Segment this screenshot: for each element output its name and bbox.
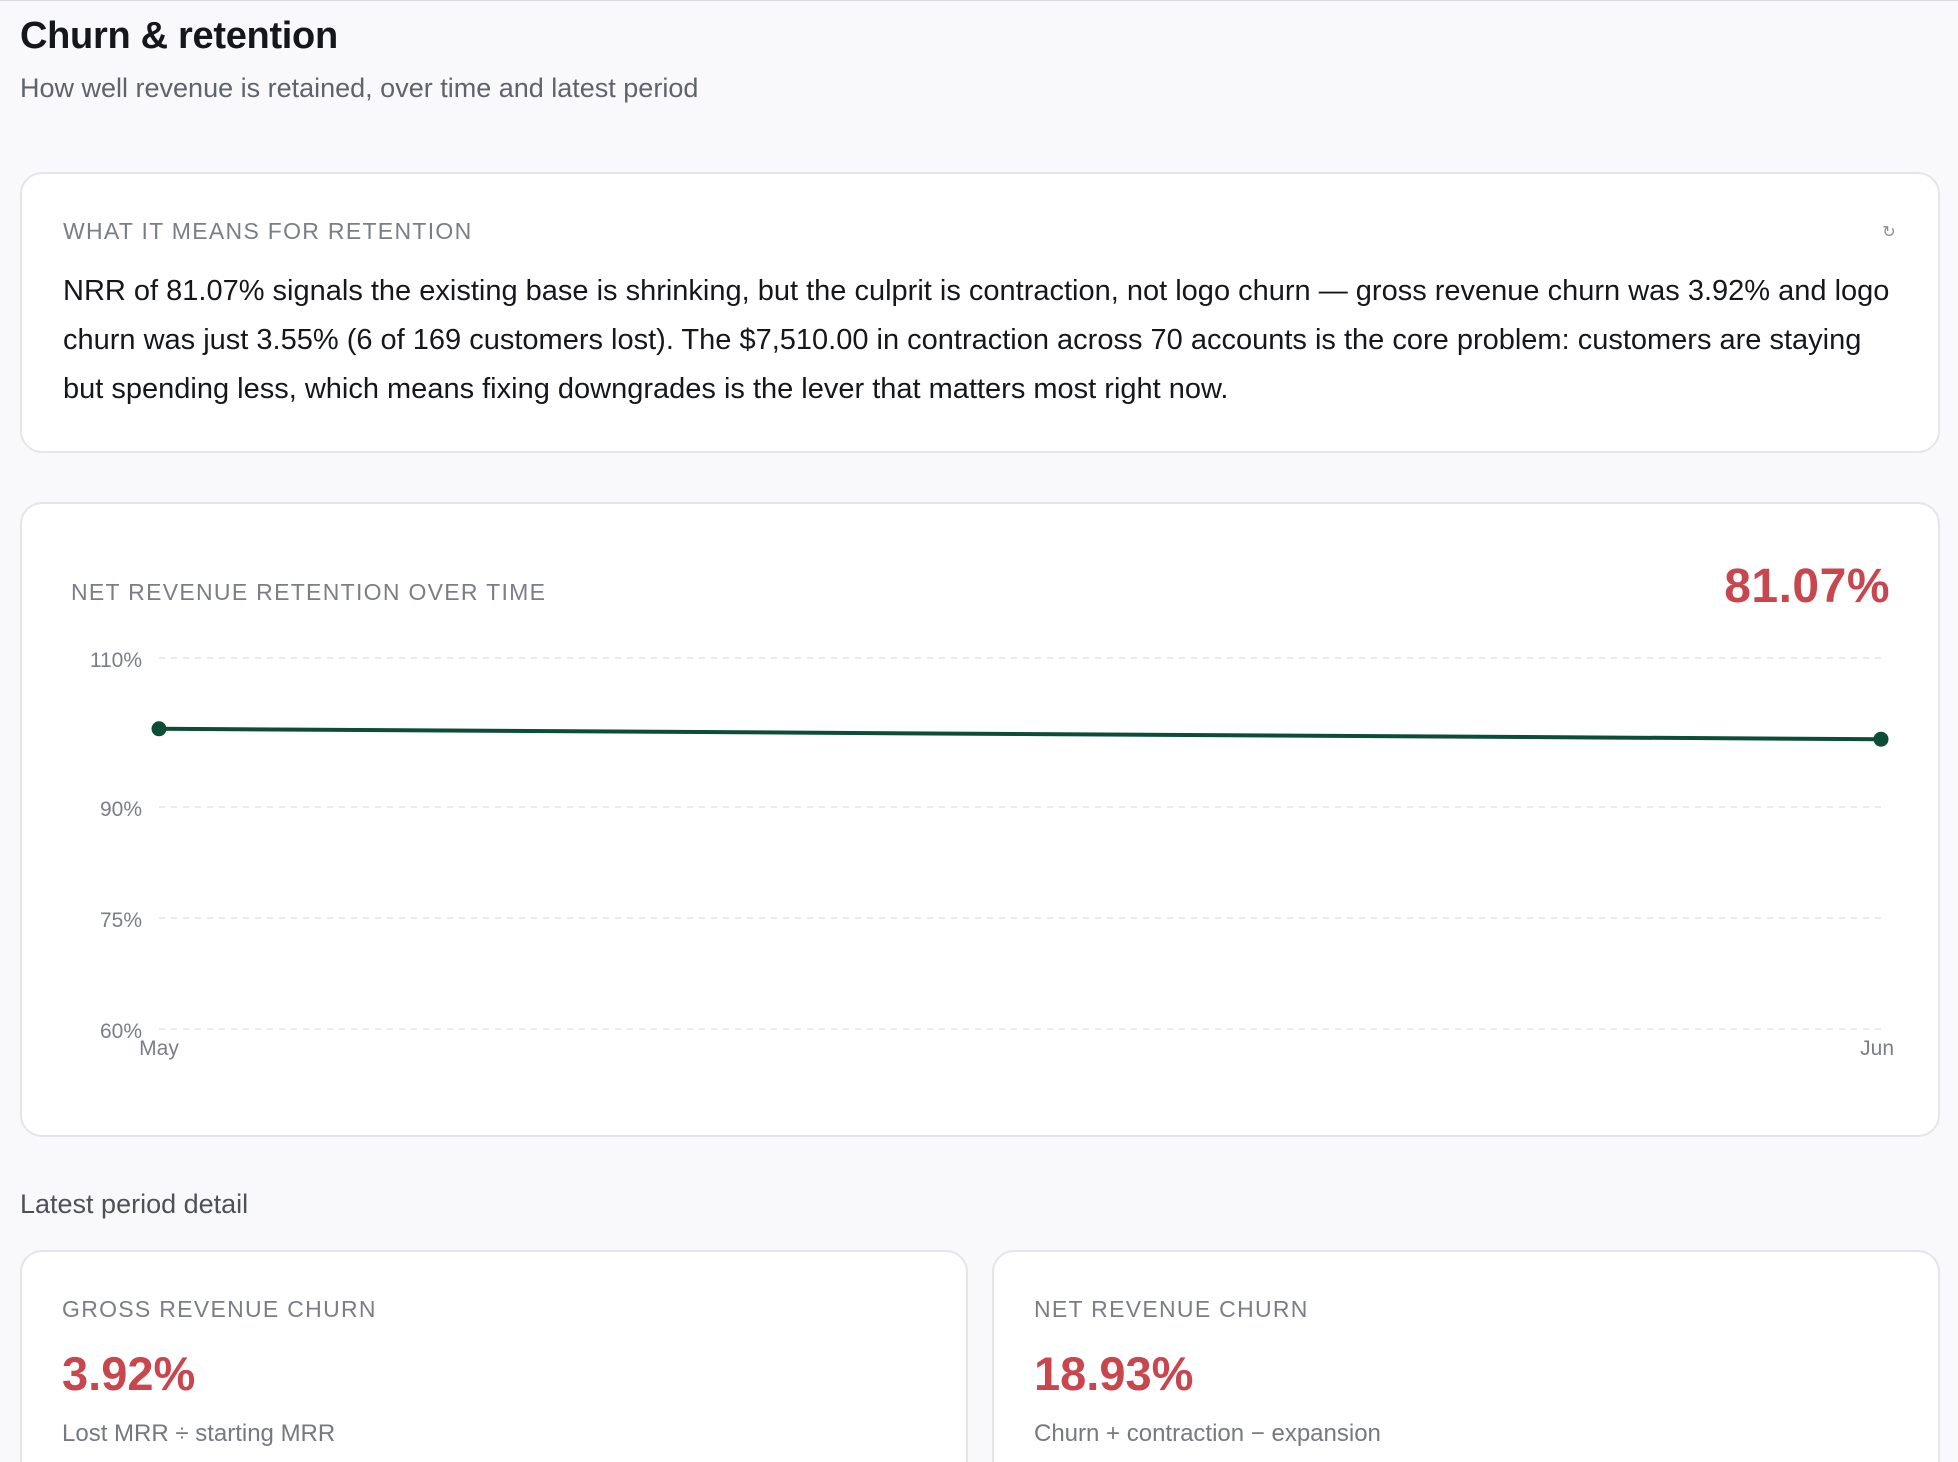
- metric-label: GROSS REVENUE CHURN: [62, 1296, 377, 1322]
- y-tick-label: 90%: [100, 798, 142, 821]
- insight-text: NRR of 81.07% signals the existing base …: [63, 275, 1890, 405]
- insight-label: WHAT IT MEANS FOR RETENTION: [63, 218, 473, 244]
- nrr-series-line: [157, 726, 1883, 742]
- y-tick-label: 60%: [100, 1020, 142, 1043]
- metric-description: Lost MRR ÷ starting MRR: [62, 1420, 336, 1447]
- metric-value: 18.93%: [1034, 1347, 1194, 1400]
- page-title: Churn & retention: [20, 15, 338, 57]
- page-subtitle: How well revenue is retained, over time …: [20, 73, 699, 103]
- churn-retention-page: Churn & retention How well revenue is re…: [0, 0, 1958, 1462]
- retention-insight-card: WHAT IT MEANS FOR RETENTION ↻ NRR of 81.…: [20, 172, 1940, 453]
- refresh-icon[interactable]: ↻: [1880, 224, 1898, 242]
- y-tick-label: 75%: [100, 909, 142, 932]
- y-tick-label: 110%: [90, 649, 142, 672]
- x-tick-label: May: [139, 1037, 179, 1060]
- metric-description: Churn + contraction − expansion: [1034, 1420, 1381, 1447]
- latest-period-heading: Latest period detail: [20, 1189, 249, 1219]
- net-revenue-churn-card: NET REVENUE CHURN 18.93% Churn + contrac…: [992, 1250, 1940, 1462]
- nrr-line-chart: 60% 75% 90% 110% May Jun: [90, 649, 1894, 1060]
- x-tick-label: Jun: [1860, 1037, 1894, 1060]
- nrr-chart-card: NET REVENUE RETENTION OVER TIME 81.07% 6…: [20, 502, 1940, 1137]
- nrr-data-point: [151, 721, 167, 737]
- nrr-data-point: [1873, 731, 1889, 747]
- gross-revenue-churn-card: GROSS REVENUE CHURN 3.92% Lost MRR ÷ sta…: [20, 1250, 968, 1462]
- metric-label: NET REVENUE CHURN: [1034, 1296, 1309, 1322]
- metric-value: 3.92%: [62, 1347, 196, 1400]
